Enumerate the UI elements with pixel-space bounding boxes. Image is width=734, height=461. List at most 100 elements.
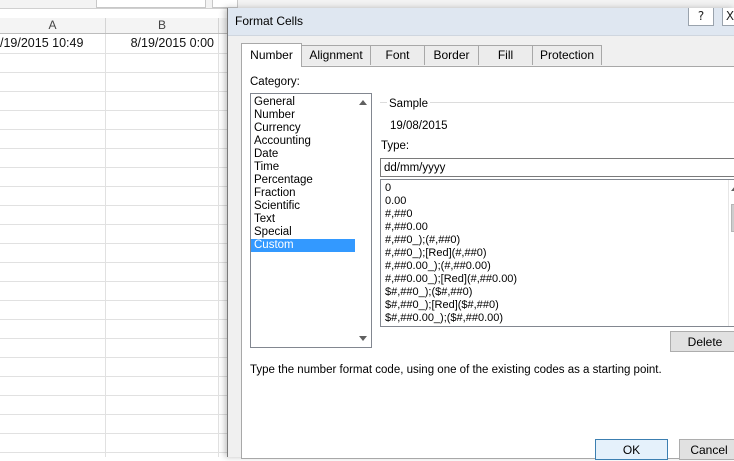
delete-button[interactable]: Delete <box>670 331 734 352</box>
grid-cell[interactable] <box>106 376 219 395</box>
grid-row <box>0 300 232 320</box>
category-item-date[interactable]: Date <box>251 148 355 161</box>
category-item-general[interactable]: General <box>251 96 355 109</box>
column-header-a[interactable]: A <box>0 18 106 33</box>
grid-cell[interactable] <box>106 243 219 262</box>
name-box[interactable] <box>96 0 206 8</box>
format-code-item[interactable]: 0.00 <box>385 195 406 208</box>
scroll-up-icon[interactable] <box>359 100 367 105</box>
category-item-accounting[interactable]: Accounting <box>251 135 355 148</box>
grid-cell[interactable] <box>106 433 219 452</box>
format-code-item[interactable]: #,##0.00_);[Red](#,##0.00) <box>385 273 517 286</box>
grid-cell[interactable] <box>106 186 219 205</box>
grid-row <box>0 452 232 457</box>
category-item-special[interactable]: Special <box>251 226 355 239</box>
tab-number[interactable]: Number <box>241 43 302 67</box>
grid-cell[interactable] <box>0 167 106 186</box>
grid-cell[interactable] <box>106 91 219 110</box>
grid-cell[interactable] <box>0 395 106 414</box>
grid-cell[interactable] <box>106 110 219 129</box>
format-code-scrollbar[interactable] <box>728 180 734 326</box>
grid-cell[interactable] <box>0 224 106 243</box>
tab-fill[interactable]: Fill <box>478 45 533 65</box>
grid-cell[interactable] <box>0 433 106 452</box>
format-code-item[interactable]: #,##0 <box>385 208 413 221</box>
grid-row <box>0 224 232 244</box>
grid-cell[interactable] <box>0 129 106 148</box>
grid-cell[interactable] <box>106 338 219 357</box>
grid-row <box>0 129 232 149</box>
cell-a1[interactable]: /19/2015 10:49 <box>0 34 106 53</box>
grid-cell[interactable] <box>106 129 219 148</box>
tab-alignment[interactable]: Alignment <box>301 45 371 65</box>
format-code-item[interactable]: #,##0.00_);(#,##0.00) <box>385 260 491 273</box>
category-item-percentage[interactable]: Percentage <box>251 174 355 187</box>
tab-protection[interactable]: Protection <box>532 45 602 65</box>
grid-cell[interactable] <box>106 167 219 186</box>
format-code-item[interactable]: $#,##0_);[Red]($#,##0) <box>385 299 499 312</box>
category-item-custom[interactable]: Custom <box>251 239 355 252</box>
grid-cell[interactable] <box>0 243 106 262</box>
grid-cell[interactable] <box>0 205 106 224</box>
format-code-item[interactable]: $#,##0.00_);($#,##0.00) <box>385 312 503 325</box>
grid-cell[interactable] <box>106 395 219 414</box>
tab-font[interactable]: Font <box>370 45 425 65</box>
grid-cell[interactable] <box>0 319 106 338</box>
format-code-item[interactable]: #,##0.00 <box>385 221 428 234</box>
category-item-currency[interactable]: Currency <box>251 122 355 135</box>
grid-row <box>0 433 232 453</box>
grid-cell[interactable] <box>106 148 219 167</box>
grid-cell[interactable] <box>106 72 219 91</box>
grid-cell[interactable] <box>0 452 106 457</box>
category-item-text[interactable]: Text <box>251 213 355 226</box>
format-code-item[interactable]: $#,##0_);($#,##0) <box>385 286 472 299</box>
grid-row <box>0 281 232 301</box>
category-scrollbar[interactable] <box>356 94 371 347</box>
grid-cell[interactable] <box>106 281 219 300</box>
grid-cell[interactable] <box>0 281 106 300</box>
grid-cell[interactable] <box>106 357 219 376</box>
category-item-number[interactable]: Number <box>251 109 355 122</box>
format-code-list[interactable]: 0 0.00 #,##0 #,##0.00 #,##0_);(#,##0) #,… <box>380 179 734 327</box>
grid-row <box>0 357 232 377</box>
category-item-time[interactable]: Time <box>251 161 355 174</box>
help-button[interactable]: ? <box>688 8 714 26</box>
grid-cell[interactable] <box>0 376 106 395</box>
format-code-item[interactable]: #,##0_);[Red](#,##0) <box>385 247 487 260</box>
grid-cell[interactable] <box>106 300 219 319</box>
grid-cell[interactable] <box>0 110 106 129</box>
grid-cell[interactable] <box>0 186 106 205</box>
grid-cell[interactable] <box>106 319 219 338</box>
category-item-scientific[interactable]: Scientific <box>251 200 355 213</box>
grid-row <box>0 243 232 263</box>
grid-cell[interactable] <box>106 414 219 433</box>
help-icon: ? <box>697 9 705 23</box>
close-button[interactable]: X <box>722 8 734 26</box>
tab-border[interactable]: Border <box>424 45 479 65</box>
grid-cell[interactable] <box>106 224 219 243</box>
dialog-titlebar[interactable]: Format Cells ? X <box>228 8 734 36</box>
column-header-b[interactable]: B <box>106 18 219 33</box>
grid-cell[interactable] <box>0 91 106 110</box>
grid-cell[interactable] <box>106 53 219 72</box>
cell-b1[interactable]: 8/19/2015 0:00 <box>106 34 219 53</box>
grid-cell[interactable] <box>0 72 106 91</box>
grid-cell[interactable] <box>0 148 106 167</box>
grid-cell[interactable] <box>106 452 219 457</box>
format-code-item[interactable]: 0 <box>385 182 391 195</box>
grid-cell[interactable] <box>0 357 106 376</box>
grid-cell[interactable] <box>106 262 219 281</box>
type-input[interactable]: dd/mm/yyyy <box>380 158 734 177</box>
grid-cell[interactable] <box>0 300 106 319</box>
grid-cell[interactable] <box>106 205 219 224</box>
grid-cell[interactable] <box>0 53 106 72</box>
category-item-fraction[interactable]: Fraction <box>251 187 355 200</box>
worksheet-grid[interactable]: A B /19/2015 10:49 8/19/2015 0:00 <box>0 18 232 457</box>
grid-cell[interactable] <box>0 414 106 433</box>
category-list[interactable]: General Number Currency Accounting Date … <box>250 93 372 348</box>
scroll-down-icon[interactable] <box>359 336 367 341</box>
grid-cell[interactable] <box>0 338 106 357</box>
formula-input[interactable] <box>212 0 238 8</box>
grid-cell[interactable] <box>0 262 106 281</box>
format-code-item[interactable]: #,##0_);(#,##0) <box>385 234 460 247</box>
